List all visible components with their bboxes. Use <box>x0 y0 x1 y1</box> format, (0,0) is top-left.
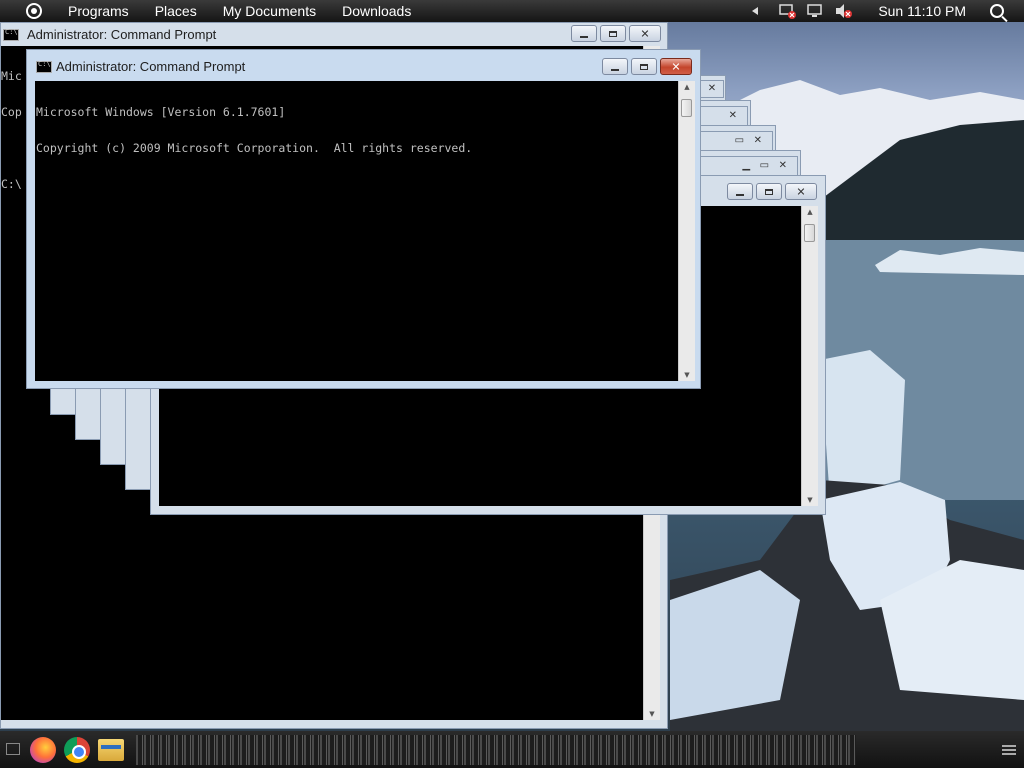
restore-button[interactable] <box>600 25 626 42</box>
scroll-down-arrow-icon[interactable]: ▼ <box>802 494 818 506</box>
network-disconnected-icon[interactable] <box>778 3 797 19</box>
ghost-window-buttons: ✕ <box>700 80 724 98</box>
maximize-icon <box>765 188 773 195</box>
menu-places[interactable]: Places <box>155 3 197 19</box>
maximize-icon <box>640 63 648 70</box>
minimize-button[interactable] <box>727 183 753 200</box>
system-tray: Sun 11:10 PM <box>752 0 1024 22</box>
maximize-button[interactable] <box>631 58 657 75</box>
taskbar-menu-icon[interactable] <box>1002 745 1016 755</box>
chrome-icon[interactable] <box>64 737 90 763</box>
ghost-window-buttons: ▁ ▭ ✕ <box>700 156 798 176</box>
firefox-icon[interactable] <box>30 737 56 763</box>
close-icon: ✕ <box>640 27 650 40</box>
applications-menu-icon[interactable] <box>26 3 42 19</box>
restore-icon <box>609 30 617 37</box>
search-icon[interactable] <box>990 4 1004 18</box>
console-line: Microsoft Windows [Version 6.1.7601] <box>36 105 286 119</box>
middle-window-controls: ✕ <box>724 183 817 200</box>
show-desktop-icon[interactable] <box>6 743 20 755</box>
minimize-icon <box>736 193 744 196</box>
main-scrollbar[interactable]: ▲ ▼ <box>678 81 695 381</box>
volume-muted-icon[interactable] <box>834 3 853 19</box>
taskbar <box>0 731 1024 768</box>
command-prompt-icon <box>36 60 52 73</box>
close-icon: ✕ <box>671 60 681 73</box>
minimize-button[interactable] <box>571 25 597 42</box>
close-button[interactable]: ✕ <box>785 183 817 200</box>
middle-scrollbar[interactable]: ▲ ▼ <box>801 206 818 506</box>
maximize-button[interactable] <box>756 183 782 200</box>
expand-tray-icon[interactable] <box>752 7 759 15</box>
top-panel: Programs Places My Documents Downloads S… <box>0 0 1024 22</box>
taskbar-window-list[interactable] <box>136 735 856 765</box>
scroll-up-arrow-icon[interactable]: ▲ <box>679 81 695 93</box>
main-window-title: Administrator: Command Prompt <box>56 59 246 74</box>
scroll-down-arrow-icon[interactable]: ▼ <box>679 369 695 381</box>
menu-my-documents[interactable]: My Documents <box>223 3 316 19</box>
console-line: Copyright (c) 2009 Microsoft Corporation… <box>36 141 473 155</box>
file-manager-icon[interactable] <box>98 739 124 761</box>
scrollbar-thumb[interactable] <box>681 99 692 117</box>
minimize-icon <box>580 35 588 38</box>
ghost-window-buttons: ▭ ✕ <box>700 131 773 151</box>
back-window-controls: ✕ <box>568 25 661 42</box>
command-prompt-icon <box>3 28 19 41</box>
menu-downloads[interactable]: Downloads <box>342 3 411 19</box>
close-button[interactable]: ✕ <box>660 58 692 75</box>
scroll-down-arrow-icon[interactable]: ▼ <box>644 708 660 720</box>
back-window-title: Administrator: Command Prompt <box>27 27 217 42</box>
main-command-prompt-window[interactable]: Administrator: Command Prompt ✕ Microsof… <box>26 49 701 389</box>
back-window-titlebar[interactable]: Administrator: Command Prompt ✕ <box>1 23 667 47</box>
close-icon: ✕ <box>796 185 806 198</box>
main-window-controls: ✕ <box>599 58 692 75</box>
minimize-icon <box>611 68 619 71</box>
main-window-titlebar[interactable]: Administrator: Command Prompt ✕ <box>27 50 700 80</box>
scrollbar-thumb[interactable] <box>804 224 815 242</box>
minimize-button[interactable] <box>602 58 628 75</box>
menu-programs[interactable]: Programs <box>68 3 129 19</box>
scroll-up-arrow-icon[interactable]: ▲ <box>802 206 818 218</box>
close-button[interactable]: ✕ <box>629 25 661 42</box>
ghost-window-buttons: ✕ <box>700 106 748 126</box>
clock[interactable]: Sun 11:10 PM <box>878 3 966 19</box>
display-icon[interactable] <box>806 3 824 19</box>
main-console[interactable]: Microsoft Windows [Version 6.1.7601] Cop… <box>35 81 678 381</box>
